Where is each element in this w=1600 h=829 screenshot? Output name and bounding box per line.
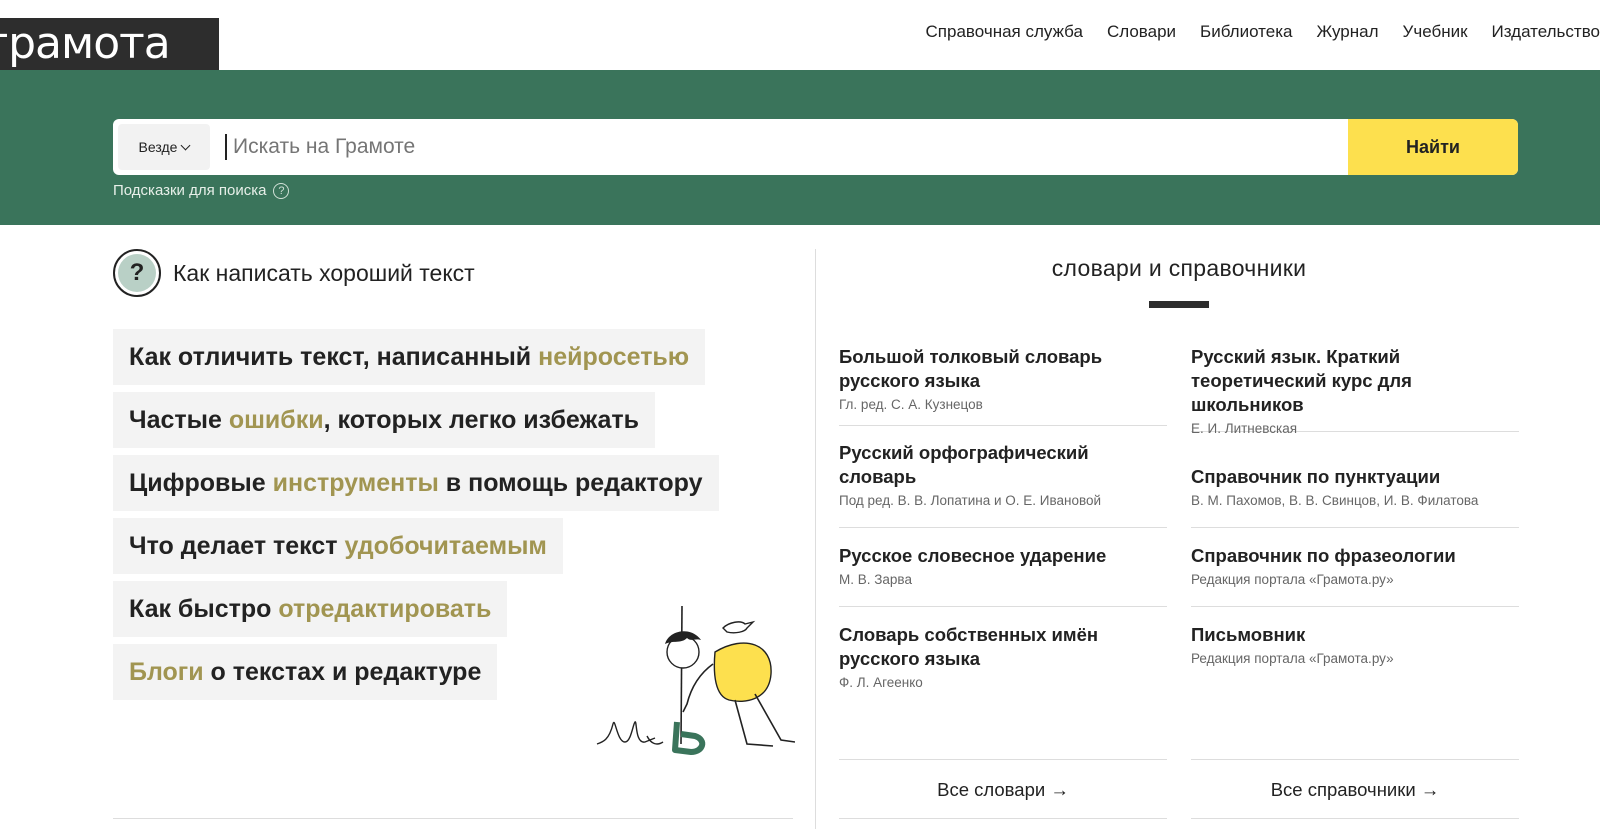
help-icon[interactable]: ? <box>273 182 290 199</box>
reference-item[interactable]: Письмовник Редакция портала «Грамота.ру» <box>1191 623 1519 683</box>
dictionary-item[interactable]: Русское словесное ударение М. В. Зарва <box>839 544 1167 607</box>
article-link[interactable]: Блоги о текстах и редактуре <box>113 644 498 700</box>
site-logo[interactable]: грамота <box>0 18 219 70</box>
article-highlight: ошибки <box>228 406 324 434</box>
nav-publishing[interactable]: Издательство <box>1492 22 1600 48</box>
dictionaries-title: словари и справочники <box>1051 255 1307 281</box>
reference-item[interactable]: Справочник по фразеологии Редакция порта… <box>1191 544 1519 607</box>
search-input[interactable] <box>223 119 1333 175</box>
dictionary-item[interactable]: Русский орфографический словарь Под ред.… <box>839 441 1167 528</box>
article-link[interactable]: Цифровые инструменты в помощь редактору <box>113 455 719 511</box>
search-scope-label: Везде <box>138 139 178 155</box>
article-text: Как быстро <box>129 595 279 623</box>
article-highlight: инструменты <box>272 469 439 497</box>
reference-item[interactable]: Русский язык. Краткий теоретический курс… <box>1191 345 1519 436</box>
reference-author: Редакция портала «Грамота.ру» <box>1191 572 1394 587</box>
section-divider <box>113 818 793 819</box>
article-link[interactable]: Частые ошибки, которых легко избежать <box>113 392 656 448</box>
chevron-down-icon <box>180 140 191 150</box>
reference-name[interactable]: Русский язык. Краткий теоретический курс… <box>1191 345 1519 417</box>
dictionary-author: Под ред. В. В. Лопатина и О. Е. Ивановой <box>839 493 1102 508</box>
reference-name[interactable]: Справочник по пунктуации <box>1191 465 1519 489</box>
reference-item[interactable]: Справочник по пунктуации В. М. Пахомов, … <box>1191 465 1519 528</box>
search-band: Везде Найти Подсказки для поиска ? <box>0 70 1600 225</box>
nav-textbook[interactable]: Учебник <box>1403 22 1468 48</box>
dictionary-author: Ф. Л. Агеенко <box>839 675 923 690</box>
article-text: Цифровые <box>129 469 273 497</box>
reference-author: Е. И. Литневская <box>1191 421 1298 436</box>
dictionary-name[interactable]: Словарь собственных имён русского языка <box>839 623 1167 671</box>
all-dictionaries-link[interactable]: Все словари → <box>839 759 1167 819</box>
question-icon: ? <box>113 249 161 297</box>
dictionary-item[interactable]: Большой толковый словарь русского языка … <box>839 345 1167 426</box>
title-underline <box>1149 301 1209 308</box>
search-button[interactable]: Найти <box>1348 119 1518 175</box>
reference-name[interactable]: Письмовник <box>1191 623 1519 647</box>
article-highlight: удобочитаемым <box>344 532 547 560</box>
reference-author: В. М. Пахомов, В. В. Свинцов, И. В. Фила… <box>1191 493 1479 508</box>
nav-library[interactable]: Библиотека <box>1200 22 1292 48</box>
writer-illustration <box>596 605 795 755</box>
article-highlight: нейросетью <box>538 343 690 371</box>
article-highlight: отредактировать <box>278 595 492 623</box>
text-cursor <box>225 134 227 160</box>
all-references-link[interactable]: Все справочники → <box>1191 759 1519 819</box>
article-link[interactable]: Как быстро отредактировать <box>113 581 508 637</box>
article-text: в помощь редактору <box>438 469 703 497</box>
nav-help-service[interactable]: Справочная служба <box>926 22 1083 48</box>
article-text: Как отличить текст, написанный <box>129 343 539 371</box>
column-divider <box>815 249 816 829</box>
reference-name[interactable]: Справочник по фразеологии <box>1191 544 1519 568</box>
dictionary-name[interactable]: Русский орфографический словарь <box>839 441 1167 489</box>
article-text: Частые <box>129 406 229 434</box>
search-hints-label: Подсказки для поиска <box>113 182 267 199</box>
nav-dictionaries[interactable]: Словари <box>1107 22 1176 48</box>
dictionary-author: Гл. ред. С. А. Кузнецов <box>839 397 983 412</box>
article-link[interactable]: Как отличить текст, написанный нейросеть… <box>113 329 706 385</box>
dictionary-item[interactable]: Словарь собственных имён русского языка … <box>839 623 1167 703</box>
article-text: , которых легко избежать <box>323 406 640 434</box>
reference-author: Редакция портала «Грамота.ру» <box>1191 651 1394 666</box>
article-link[interactable]: Что делает текст удобочитаемым <box>113 518 563 574</box>
dictionaries-section: словари и справочники Большой толковый с… <box>839 249 1519 829</box>
article-text: о текстах и редактуре <box>203 658 482 686</box>
nav-journal[interactable]: Журнал <box>1316 22 1378 48</box>
dictionary-author: М. В. Зарва <box>839 572 912 587</box>
article-text: Что делает текст <box>129 532 345 560</box>
top-nav: Справочная служба Словари Библиотека Жур… <box>926 22 1600 48</box>
dictionary-name[interactable]: Русское словесное ударение <box>839 544 1167 568</box>
writing-section-header: ? Как написать хороший текст <box>113 249 475 297</box>
dictionary-name[interactable]: Большой толковый словарь русского языка <box>839 345 1167 393</box>
writing-section: ? Как написать хороший текст Как отличит… <box>113 249 795 829</box>
writing-section-title: Как написать хороший текст <box>173 259 475 286</box>
site-header: грамота Справочная служба Словари Библио… <box>0 0 1600 70</box>
search-scope-select[interactable]: Везде <box>118 124 210 170</box>
search-hints-link[interactable]: Подсказки для поиска ? <box>113 182 290 199</box>
article-highlight: Блоги <box>129 658 204 686</box>
search-bar: Везде Найти <box>113 119 1518 175</box>
